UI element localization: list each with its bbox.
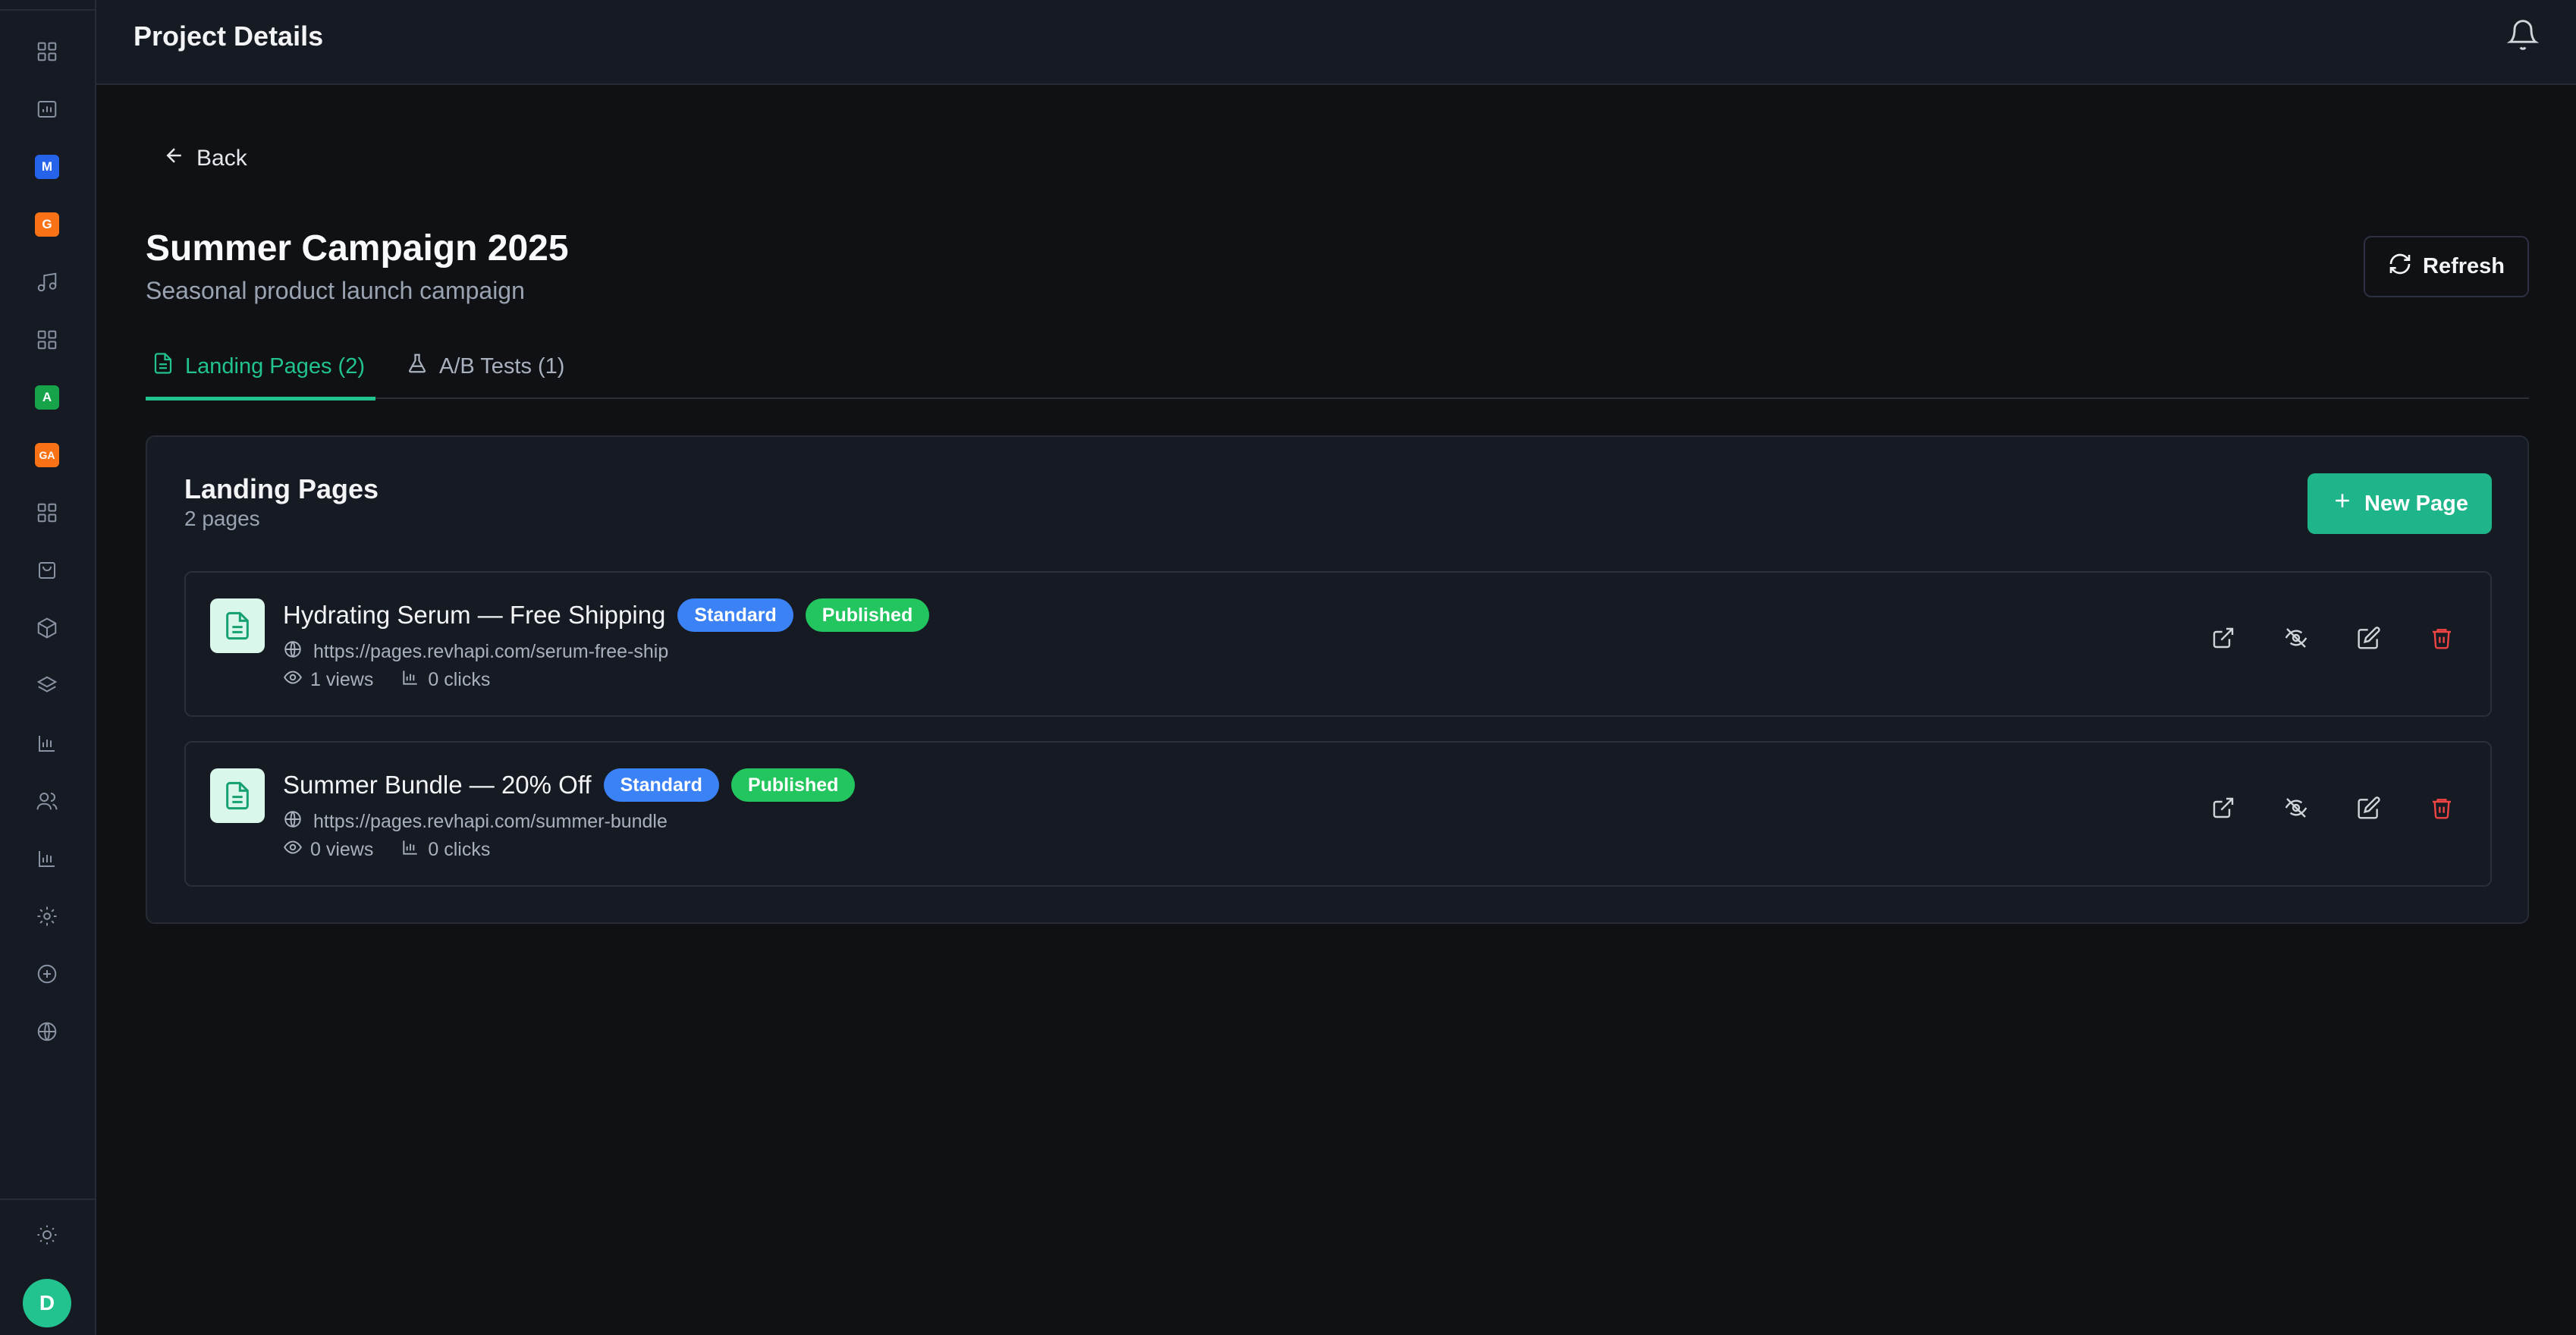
edit-icon[interactable]	[2357, 796, 2381, 820]
campaign-subtitle: Seasonal product launch campaign	[146, 277, 525, 304]
a-badge-icon[interactable]: A	[33, 384, 61, 411]
tab-bar: Landing Pages (2) A/B Tests (1)	[146, 334, 2529, 400]
refresh-icon	[2388, 252, 2412, 282]
list-item[interactable]: Summer Bundle — 20% Off Standard Publish…	[184, 741, 2492, 887]
page-name[interactable]: Hydrating Serum — Free Shipping	[283, 601, 665, 630]
bar-chart-icon[interactable]	[33, 730, 61, 757]
page-stats: 1 views 0 clicks	[283, 668, 490, 693]
dashboard-icon[interactable]	[33, 499, 61, 526]
page-name[interactable]: Summer Bundle — 20% Off	[283, 771, 592, 799]
bar-chart-icon	[401, 837, 420, 862]
row-title-line: Summer Bundle — 20% Off Standard Publish…	[283, 768, 856, 802]
page-title: Project Details	[134, 20, 324, 52]
page-stats: 0 views 0 clicks	[283, 837, 490, 862]
dashboard-icon[interactable]	[33, 38, 61, 65]
status-badge: Published	[730, 768, 856, 802]
music-icon[interactable]	[33, 269, 61, 296]
views-count: 1 views	[310, 669, 374, 690]
eye-icon	[283, 837, 303, 862]
tab-landing-pages[interactable]: Landing Pages (2)	[146, 334, 375, 400]
type-badge: Standard	[677, 598, 793, 632]
refresh-label: Refresh	[2423, 254, 2505, 278]
dashboard-icon[interactable]	[33, 326, 61, 353]
page-url: https://pages.revhapi.com/serum-free-shi…	[283, 639, 668, 664]
plus-icon	[2331, 489, 2354, 518]
landing-pages-panel: Landing Pages 2 pages New Page Hydrating…	[146, 435, 2529, 924]
shopping-bag-icon[interactable]	[33, 557, 61, 584]
sidebar: M G A GA D	[0, 0, 96, 1335]
tab-ab-tests[interactable]: A/B Tests (1)	[406, 334, 564, 399]
sidebar-top-divider	[0, 0, 95, 11]
bell-icon[interactable]	[2506, 18, 2540, 52]
tab-label: A/B Tests (1)	[439, 353, 565, 379]
file-text-icon	[210, 768, 265, 823]
external-link-icon[interactable]	[2211, 796, 2235, 820]
eye-icon	[283, 668, 303, 693]
type-badge: Standard	[603, 768, 719, 802]
ga-badge: GA	[35, 443, 59, 467]
m-badge-icon[interactable]: M	[33, 153, 61, 181]
bar-chart-icon	[401, 668, 420, 693]
box-icon[interactable]	[33, 614, 61, 642]
folder-chart-icon[interactable]	[33, 96, 61, 123]
arrow-left-icon	[163, 144, 186, 173]
flask-icon	[406, 352, 429, 381]
url-text: https://pages.revhapi.com/summer-bundle	[313, 811, 668, 832]
globe-icon	[283, 639, 303, 664]
new-page-button[interactable]: New Page	[2307, 473, 2492, 534]
file-text-icon	[152, 352, 174, 381]
panel-subtitle: 2 pages	[184, 507, 260, 530]
layers-icon[interactable]	[33, 672, 61, 699]
g-badge-icon[interactable]: G	[33, 211, 61, 238]
sun-icon[interactable]	[33, 1221, 61, 1249]
url-text: https://pages.revhapi.com/serum-free-shi…	[313, 641, 669, 662]
external-link-icon[interactable]	[2211, 626, 2235, 650]
trash-icon[interactable]	[2430, 626, 2454, 650]
new-page-label: New Page	[2364, 491, 2468, 516]
edit-icon[interactable]	[2357, 626, 2381, 650]
g-badge: G	[35, 212, 59, 237]
status-badge: Published	[805, 598, 930, 632]
row-actions	[2211, 626, 2454, 650]
ga-badge-icon[interactable]: GA	[33, 441, 61, 469]
row-title-line: Hydrating Serum — Free Shipping Standard…	[283, 598, 930, 632]
m-badge: M	[35, 155, 59, 179]
views-count: 0 views	[310, 839, 374, 860]
trash-icon[interactable]	[2430, 796, 2454, 820]
clicks-count: 0 clicks	[428, 839, 491, 860]
clicks-count: 0 clicks	[428, 669, 491, 690]
refresh-button[interactable]: Refresh	[2364, 236, 2529, 297]
a-badge: A	[35, 385, 59, 410]
eye-off-icon[interactable]	[2284, 626, 2308, 650]
eye-off-icon[interactable]	[2284, 796, 2308, 820]
avatar[interactable]: D	[23, 1279, 71, 1327]
settings-icon[interactable]	[33, 903, 61, 930]
row-actions	[2211, 796, 2454, 820]
campaign-title: Summer Campaign 2025	[146, 228, 569, 269]
globe-icon[interactable]	[33, 1018, 61, 1045]
globe-icon	[283, 809, 303, 834]
tab-label: Landing Pages (2)	[185, 353, 365, 379]
file-text-icon	[210, 598, 265, 653]
back-link[interactable]: Back	[163, 144, 247, 173]
users-icon[interactable]	[33, 787, 61, 815]
back-label: Back	[196, 146, 247, 171]
list-item[interactable]: Hydrating Serum — Free Shipping Standard…	[184, 571, 2492, 717]
bar-chart-icon[interactable]	[33, 845, 61, 872]
page-url: https://pages.revhapi.com/summer-bundle	[283, 809, 668, 834]
panel-title: Landing Pages	[184, 473, 379, 504]
plus-circle-icon[interactable]	[33, 960, 61, 988]
sidebar-bottom-divider	[0, 1198, 95, 1200]
top-header: Project Details	[96, 0, 2576, 85]
